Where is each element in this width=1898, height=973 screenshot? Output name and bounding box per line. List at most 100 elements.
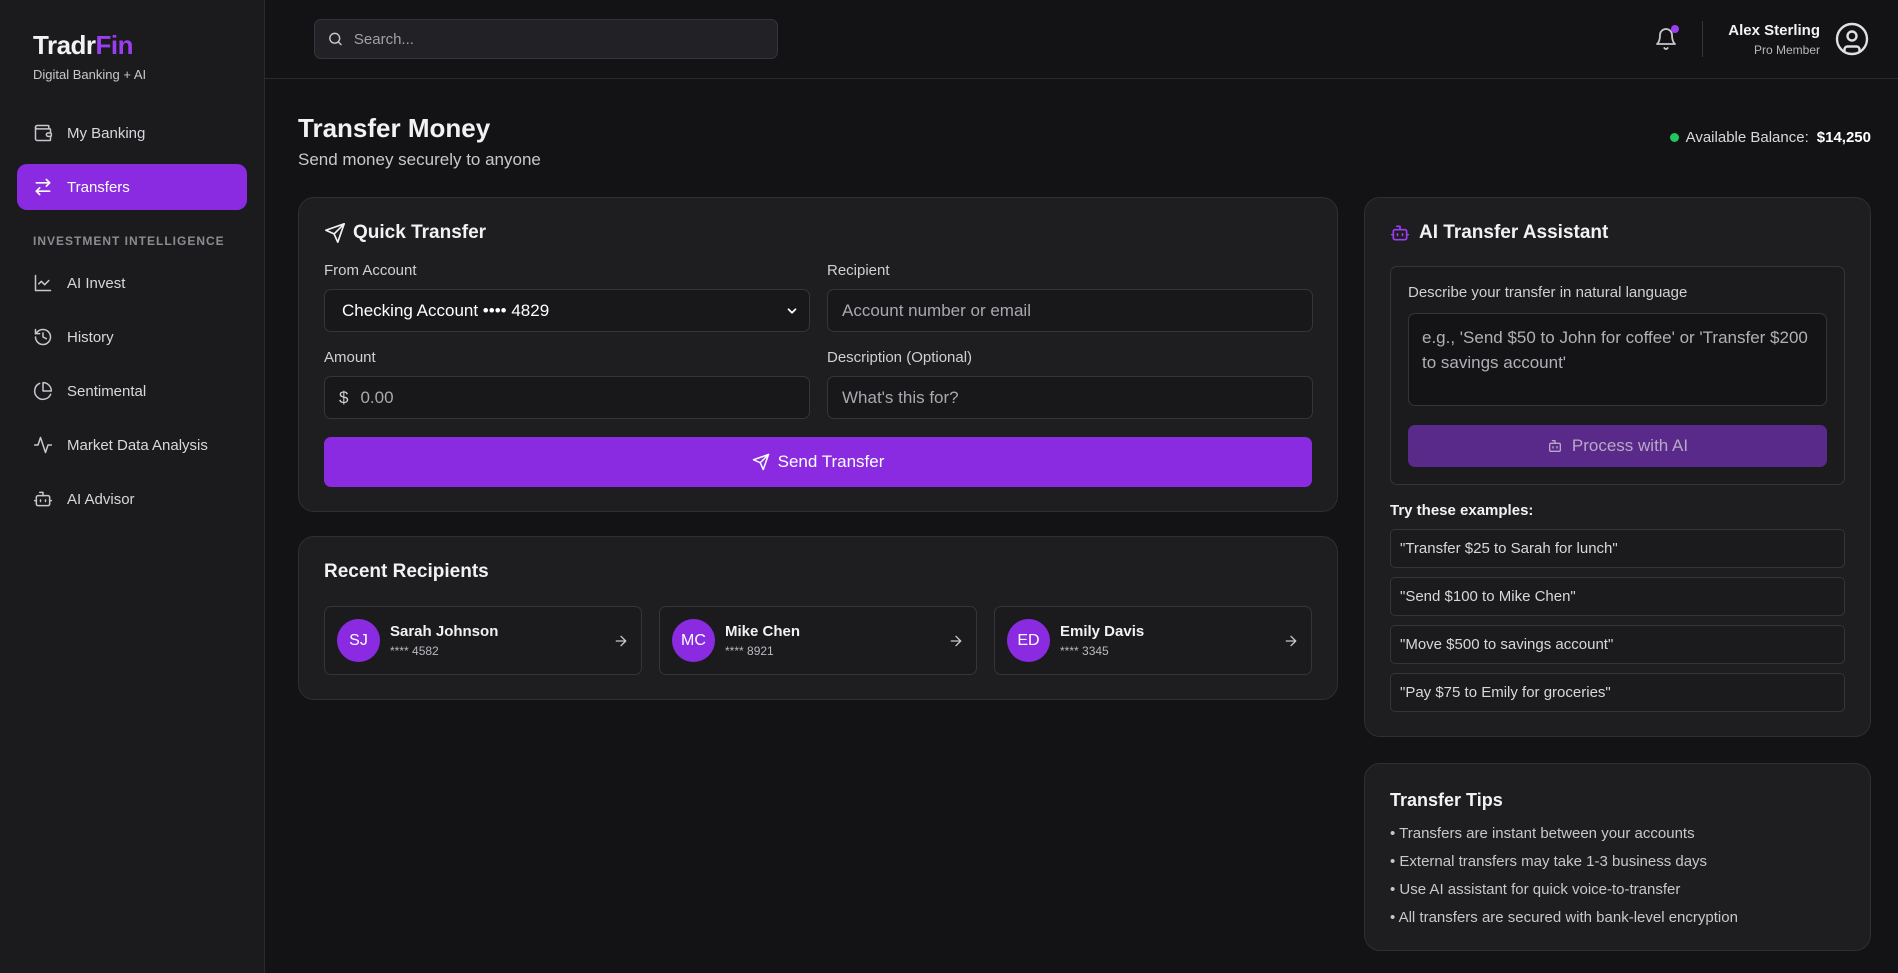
tip-item: • Transfers are instant between your acc… <box>1390 825 1695 842</box>
brand: TradrFin Digital Banking + AI <box>17 30 247 82</box>
sidebar-item-label: AI Advisor <box>67 490 135 508</box>
description-input[interactable] <box>842 387 1298 408</box>
from-account-value: Checking Account •••• 4829 <box>342 300 550 320</box>
recipient-item[interactable]: MC Mike Chen **** 8921 <box>659 606 977 675</box>
bot-icon <box>33 491 53 507</box>
wallet-icon <box>34 124 53 142</box>
brand-name-main: Tradr <box>33 30 96 60</box>
amount-field: Amount $ <box>324 349 810 419</box>
recipient-list: SJ Sarah Johnson **** 4582 MC Mike Chen … <box>324 606 1312 675</box>
brand-name-accent: Fin <box>95 30 134 60</box>
user-info[interactable]: Alex Sterling Pro Member <box>1728 22 1820 57</box>
amount-box: $ <box>324 376 810 419</box>
transfer-form: From Account Checking Account •••• 4829 … <box>324 262 1313 436</box>
recipient-name: Emily Davis <box>1060 623 1145 640</box>
from-account-field: From Account Checking Account •••• 4829 <box>324 262 810 332</box>
content: Transfer Money Send money securely to an… <box>265 79 1898 951</box>
amount-input[interactable] <box>360 387 795 408</box>
sidebar-item-label: History <box>67 328 114 346</box>
columns: Quick Transfer From Account Checking Acc… <box>298 197 1871 951</box>
example-item[interactable]: "Pay $75 to Emily for groceries" <box>1390 673 1845 712</box>
recent-recipients-title: Recent Recipients <box>324 561 489 582</box>
send-icon <box>325 223 345 243</box>
user-avatar-icon[interactable] <box>1834 21 1870 57</box>
send-transfer-button[interactable]: Send Transfer <box>324 437 1312 487</box>
sidebar-item-label: My Banking <box>67 124 146 142</box>
sidebar-item-market-data-analysis[interactable]: Market Data Analysis <box>17 422 247 468</box>
bot-icon <box>1548 440 1561 452</box>
history-icon <box>34 328 52 346</box>
description-box <box>827 376 1313 419</box>
user-role: Pro Member <box>1753 42 1820 57</box>
sidebar-item-label: Market Data Analysis <box>67 436 208 454</box>
examples-list: "Transfer $25 to Sarah for lunch" "Send … <box>1390 529 1845 712</box>
tips-list: • Transfers are instant between your acc… <box>1390 825 1845 926</box>
sidebar-item-history[interactable]: History <box>17 314 247 360</box>
arrow-right-icon <box>1285 635 1297 646</box>
brand-logo[interactable]: TradrFin <box>33 30 247 61</box>
process-ai-label: Process with AI <box>1571 436 1689 455</box>
sidebar-item-label: Transfers <box>67 178 130 196</box>
quick-transfer-title: Quick Transfer <box>324 222 1312 244</box>
sidebar-item-ai-invest[interactable]: AI Invest <box>17 260 247 306</box>
search-icon <box>329 32 342 46</box>
process-ai-button[interactable]: Process with AI <box>1408 425 1827 467</box>
recipient-box <box>827 289 1313 332</box>
send-icon <box>752 453 769 471</box>
page-title: Transfer Money <box>298 113 491 143</box>
notifications-button[interactable] <box>1654 25 1680 51</box>
arrows-exchange-icon <box>35 178 51 196</box>
balance-value: $14,250 <box>1816 129 1871 146</box>
card-title-text: Quick Transfer <box>353 222 487 243</box>
transfer-tips-card: Transfer Tips • Transfers are instant be… <box>1364 763 1871 951</box>
recent-recipients-card: Recent Recipients SJ Sarah Johnson **** … <box>298 536 1338 700</box>
transfer-tips-title: Transfer Tips <box>1390 790 1503 810</box>
balance-label: Available Balance: <box>1685 129 1809 146</box>
chart-line-icon <box>34 274 52 292</box>
quick-transfer-card: Quick Transfer From Account Checking Acc… <box>298 197 1338 512</box>
topbar: Alex Sterling Pro Member <box>265 0 1898 79</box>
example-item[interactable]: "Transfer $25 to Sarah for lunch" <box>1390 529 1845 568</box>
search-input[interactable] <box>353 30 765 48</box>
avatar: MC <box>672 619 715 662</box>
arrow-right-icon <box>615 635 627 646</box>
example-item[interactable]: "Send $100 to Mike Chen" <box>1390 577 1845 616</box>
right-column: AI Transfer Assistant Describe your tran… <box>1364 197 1871 951</box>
avatar: ED <box>1007 619 1050 662</box>
recipient-input[interactable] <box>842 300 1298 321</box>
sidebar-item-label: Sentimental <box>67 382 147 400</box>
amount-label: Amount <box>324 349 376 366</box>
sidebar-item-ai-advisor[interactable]: AI Advisor <box>17 476 247 522</box>
page-header: Transfer Money Send money securely to an… <box>298 113 1871 170</box>
sidebar-item-my-banking[interactable]: My Banking <box>17 110 247 156</box>
tip-item: • Use AI assistant for quick voice-to-tr… <box>1390 881 1681 898</box>
ai-assistant-title: AI Transfer Assistant <box>1390 222 1845 244</box>
recipient-account: **** 4582 <box>390 644 439 658</box>
main-area: Alex Sterling Pro Member Transfer Money … <box>265 0 1898 973</box>
sidebar-item-sentimental[interactable]: Sentimental <box>17 368 247 414</box>
page-subtitle: Send money securely to anyone <box>298 150 541 169</box>
pie-chart-icon <box>33 381 53 401</box>
divider <box>1702 21 1704 57</box>
sidebar-item-transfers[interactable]: Transfers <box>17 164 247 210</box>
available-balance: Available Balance: $14,250 <box>1669 129 1871 146</box>
examples-label: Try these examples: <box>1390 502 1534 519</box>
avatar: SJ <box>337 619 380 662</box>
sidebar-section-label: INVESTMENT INTELLIGENCE <box>33 234 225 248</box>
example-item[interactable]: "Move $500 to savings account" <box>1390 625 1845 664</box>
ai-textarea[interactable]: e.g., 'Send $50 to John for coffee' or '… <box>1408 313 1827 406</box>
left-column: Quick Transfer From Account Checking Acc… <box>298 197 1338 951</box>
sidebar: TradrFin Digital Banking + AI My Banking… <box>0 0 265 973</box>
arrow-right-icon <box>950 635 962 646</box>
search-box[interactable] <box>314 19 778 59</box>
recipient-account: **** 8921 <box>725 644 774 658</box>
tip-item: • External transfers may take 1-3 busine… <box>1390 853 1708 870</box>
topbar-right: Alex Sterling Pro Member <box>1654 21 1870 57</box>
description-field: Description (Optional) <box>827 349 1313 419</box>
recipient-item[interactable]: SJ Sarah Johnson **** 4582 <box>324 606 642 675</box>
from-account-select[interactable]: Checking Account •••• 4829 <box>324 289 810 332</box>
recipient-field: Recipient <box>827 262 1313 332</box>
sidebar-item-label: AI Invest <box>67 274 126 292</box>
recipient-item[interactable]: ED Emily Davis **** 3345 <box>994 606 1312 675</box>
recipient-label: Recipient <box>827 262 890 279</box>
